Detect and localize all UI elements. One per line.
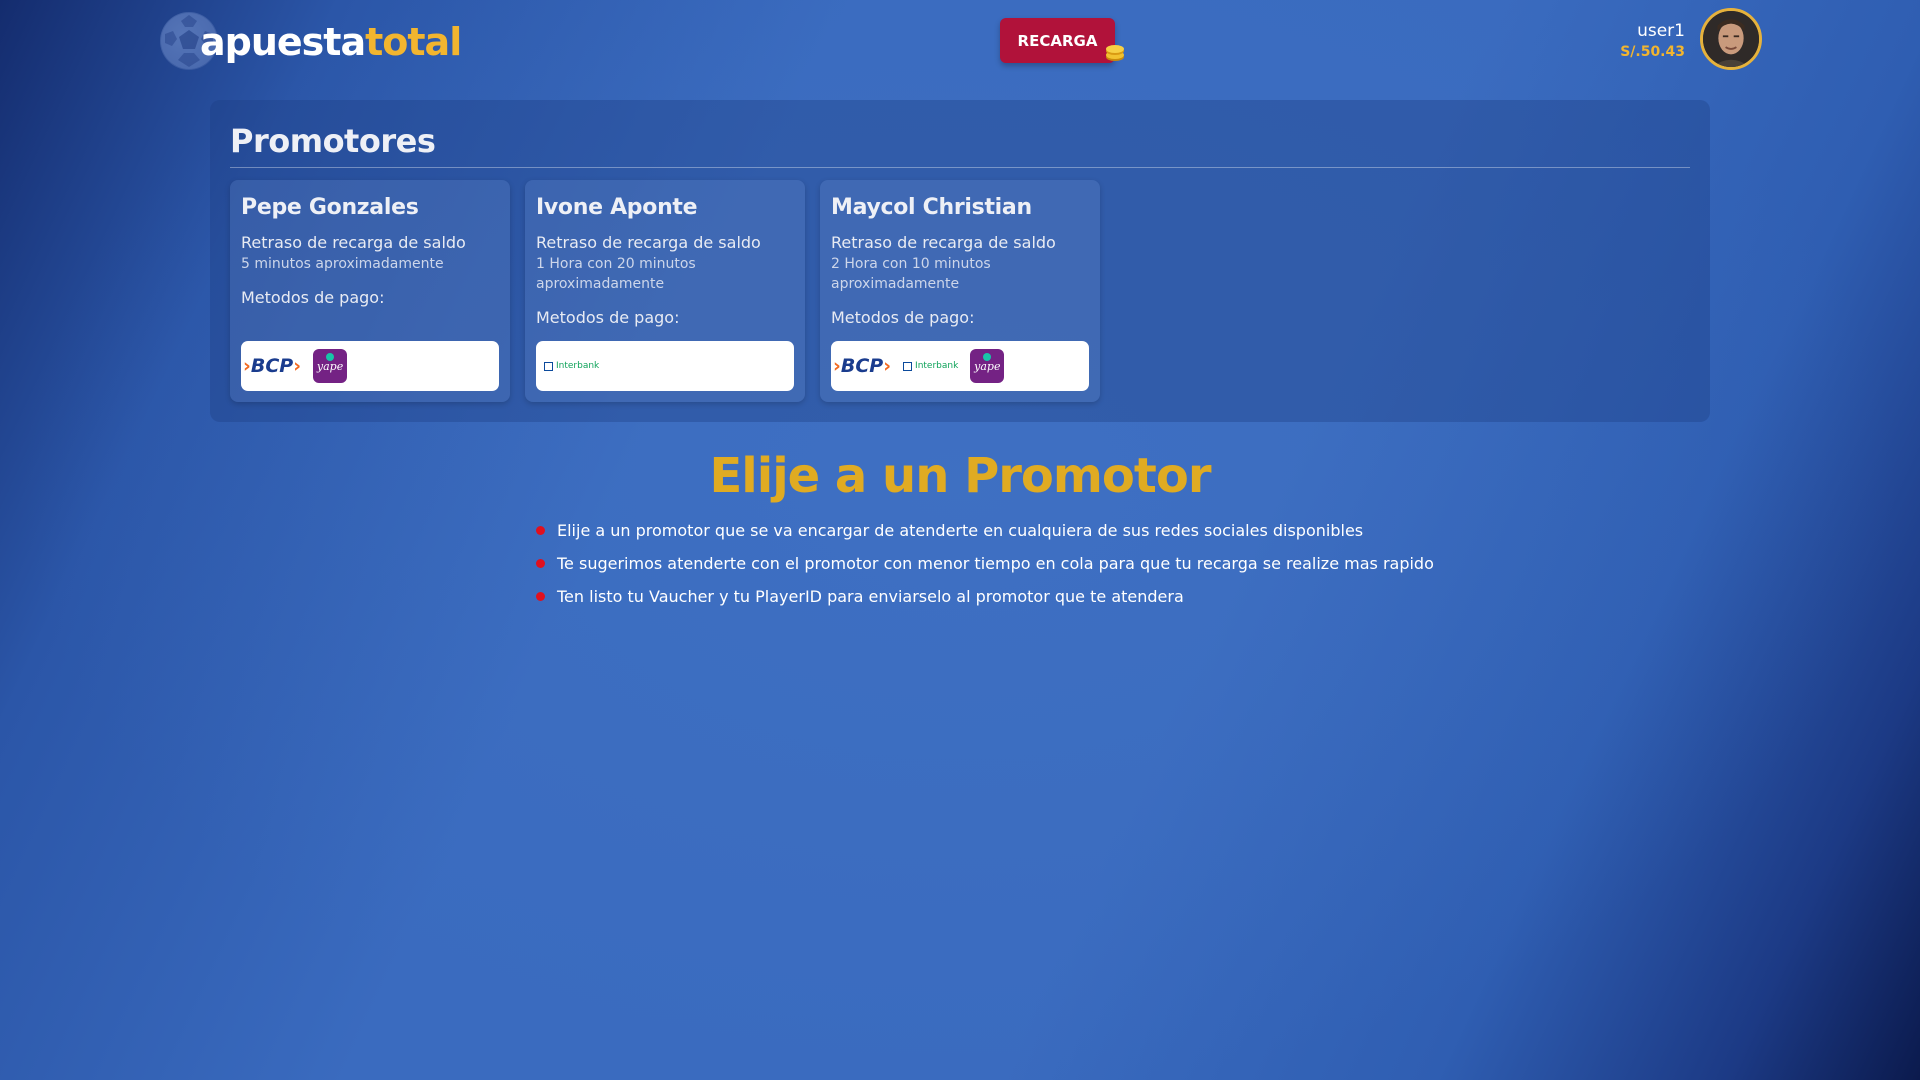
elije-title: Elije a un Promotor	[709, 448, 1212, 504]
yape-logo-icon: yape	[970, 349, 1005, 383]
avatar-photo-icon	[1703, 11, 1759, 67]
yape-logo-text: yape	[316, 359, 344, 373]
promotor-card-pepe-gonzales[interactable]: Pepe Gonzales Retraso de recarga de sald…	[230, 180, 510, 402]
list-item: Ten listo tu Vaucher y tu PlayerID para …	[536, 580, 1434, 613]
delay-value: 1 Hora con 20 minutos aproximadamente	[536, 256, 696, 292]
interbank-logo-icon: Interbank	[544, 361, 599, 371]
bcp-logo-icon: › BCP ›	[243, 355, 302, 377]
user-info[interactable]: user1 S/.50.43	[1620, 20, 1685, 62]
bullet-icon	[536, 526, 545, 535]
payment-methods: Interbank	[536, 341, 794, 391]
payment-methods: › BCP › yape	[241, 341, 499, 391]
divider	[230, 167, 1690, 168]
apuestatotal-logo[interactable]: apuestatotal	[160, 12, 462, 72]
interbank-logo-text: Interbank	[915, 361, 959, 371]
balance: S/.50.43	[1620, 44, 1685, 60]
promotor-name: Pepe Gonzales	[241, 195, 419, 220]
yape-logo-icon: yape	[313, 349, 348, 383]
delay-value: 2 Hora con 10 minutos aproximadamente	[831, 256, 991, 292]
recarga-wrapper: RECARGA	[1000, 18, 1124, 63]
delay-label: Retraso de recarga de saldo	[831, 233, 1056, 252]
methods-label: Metodos de pago:	[241, 288, 385, 307]
promotores-panel: Promotores Pepe Gonzales Retraso de reca…	[210, 100, 1710, 422]
list-item: Elije a un promotor que se va encargar d…	[536, 514, 1434, 547]
bcp-logo-icon: › BCP ›	[833, 355, 892, 377]
logo-text-part2: total	[365, 20, 462, 64]
list-item: Te sugerimos atenderte con el promotor c…	[536, 547, 1434, 580]
promotores-title: Promotores	[230, 122, 436, 160]
logo-text-part1: apuesta	[200, 20, 366, 64]
tips-list: Elije a un promotor que se va encargar d…	[536, 514, 1434, 613]
methods-label: Metodos de pago:	[831, 308, 975, 327]
promotor-card-maycol-christian[interactable]: Maycol Christian Retraso de recarga de s…	[820, 180, 1100, 402]
payment-methods: › BCP › Interbank yape	[831, 341, 1089, 391]
recarga-button[interactable]: RECARGA	[1000, 18, 1115, 63]
tip-text: Te sugerimos atenderte con el promotor c…	[557, 554, 1434, 573]
bcp-logo-text: BCP	[840, 355, 884, 377]
tip-text: Ten listo tu Vaucher y tu PlayerID para …	[557, 587, 1184, 606]
bullet-icon	[536, 559, 545, 568]
interbank-logo-text: Interbank	[556, 361, 600, 371]
promotor-name: Maycol Christian	[831, 195, 1032, 220]
coins-icon	[1106, 45, 1124, 61]
avatar[interactable]	[1700, 8, 1762, 70]
delay-label: Retraso de recarga de saldo	[536, 233, 761, 252]
promotor-card-ivone-aponte[interactable]: Ivone Aponte Retraso de recarga de saldo…	[525, 180, 805, 402]
interbank-logo-icon: Interbank	[903, 361, 958, 371]
username: user1	[1637, 21, 1685, 41]
delay-label: Retraso de recarga de saldo	[241, 233, 466, 252]
top-header: apuestatotal RECARGA user1 S/.50.43	[0, 0, 1920, 82]
tip-text: Elije a un promotor que se va encargar d…	[557, 521, 1364, 540]
methods-label: Metodos de pago:	[536, 308, 680, 327]
promotor-name: Ivone Aponte	[536, 195, 698, 220]
bullet-icon	[536, 592, 545, 601]
bcp-logo-text: BCP	[250, 355, 294, 377]
logo-text: apuestatotal	[200, 20, 462, 64]
yape-logo-text: yape	[974, 359, 1001, 373]
